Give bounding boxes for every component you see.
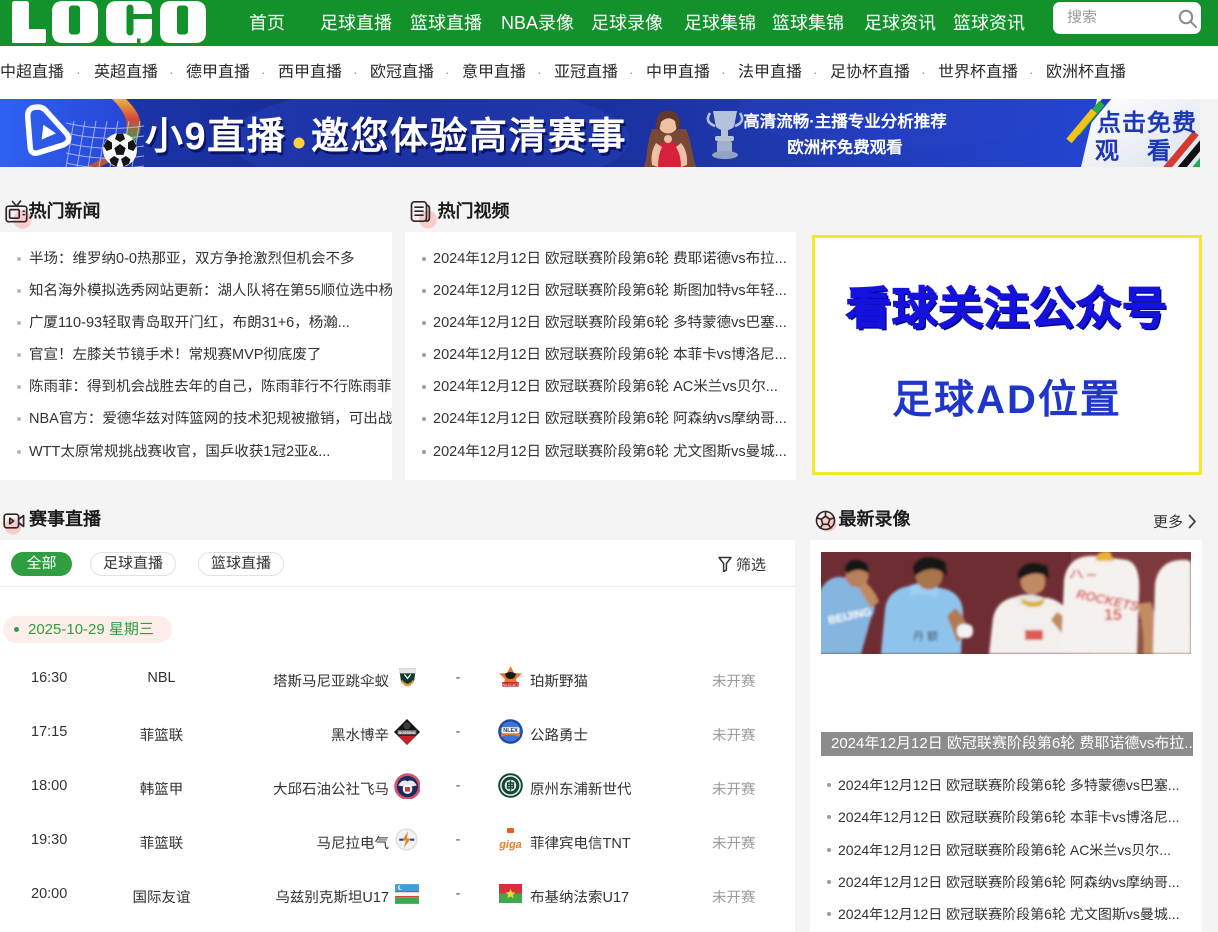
svg-text:邀您体验高清赛事: 邀您体验高清赛事 [311, 116, 627, 158]
svg-text:小9直播: 小9直播 [145, 116, 286, 158]
svg-text:giga: giga [498, 839, 522, 851]
svg-text:丹 额: 丹 额 [913, 630, 938, 643]
svg-text:欧洲杯免费观看: 欧洲杯免费观看 [787, 138, 903, 157]
svg-text:高清流畅·主播专业分析推荐: 高清流畅·主播专业分析推荐 [743, 112, 947, 131]
svg-text:BOSSING: BOSSING [398, 731, 415, 735]
svg-text:WILDCATS: WILDCATS [502, 683, 520, 687]
svg-text:点击免费: 点击免费 [1097, 110, 1197, 137]
svg-text:NLEX: NLEX [503, 728, 518, 734]
svg-text:15: 15 [1104, 607, 1122, 624]
svg-text:观看: 观看 [1095, 138, 1199, 165]
